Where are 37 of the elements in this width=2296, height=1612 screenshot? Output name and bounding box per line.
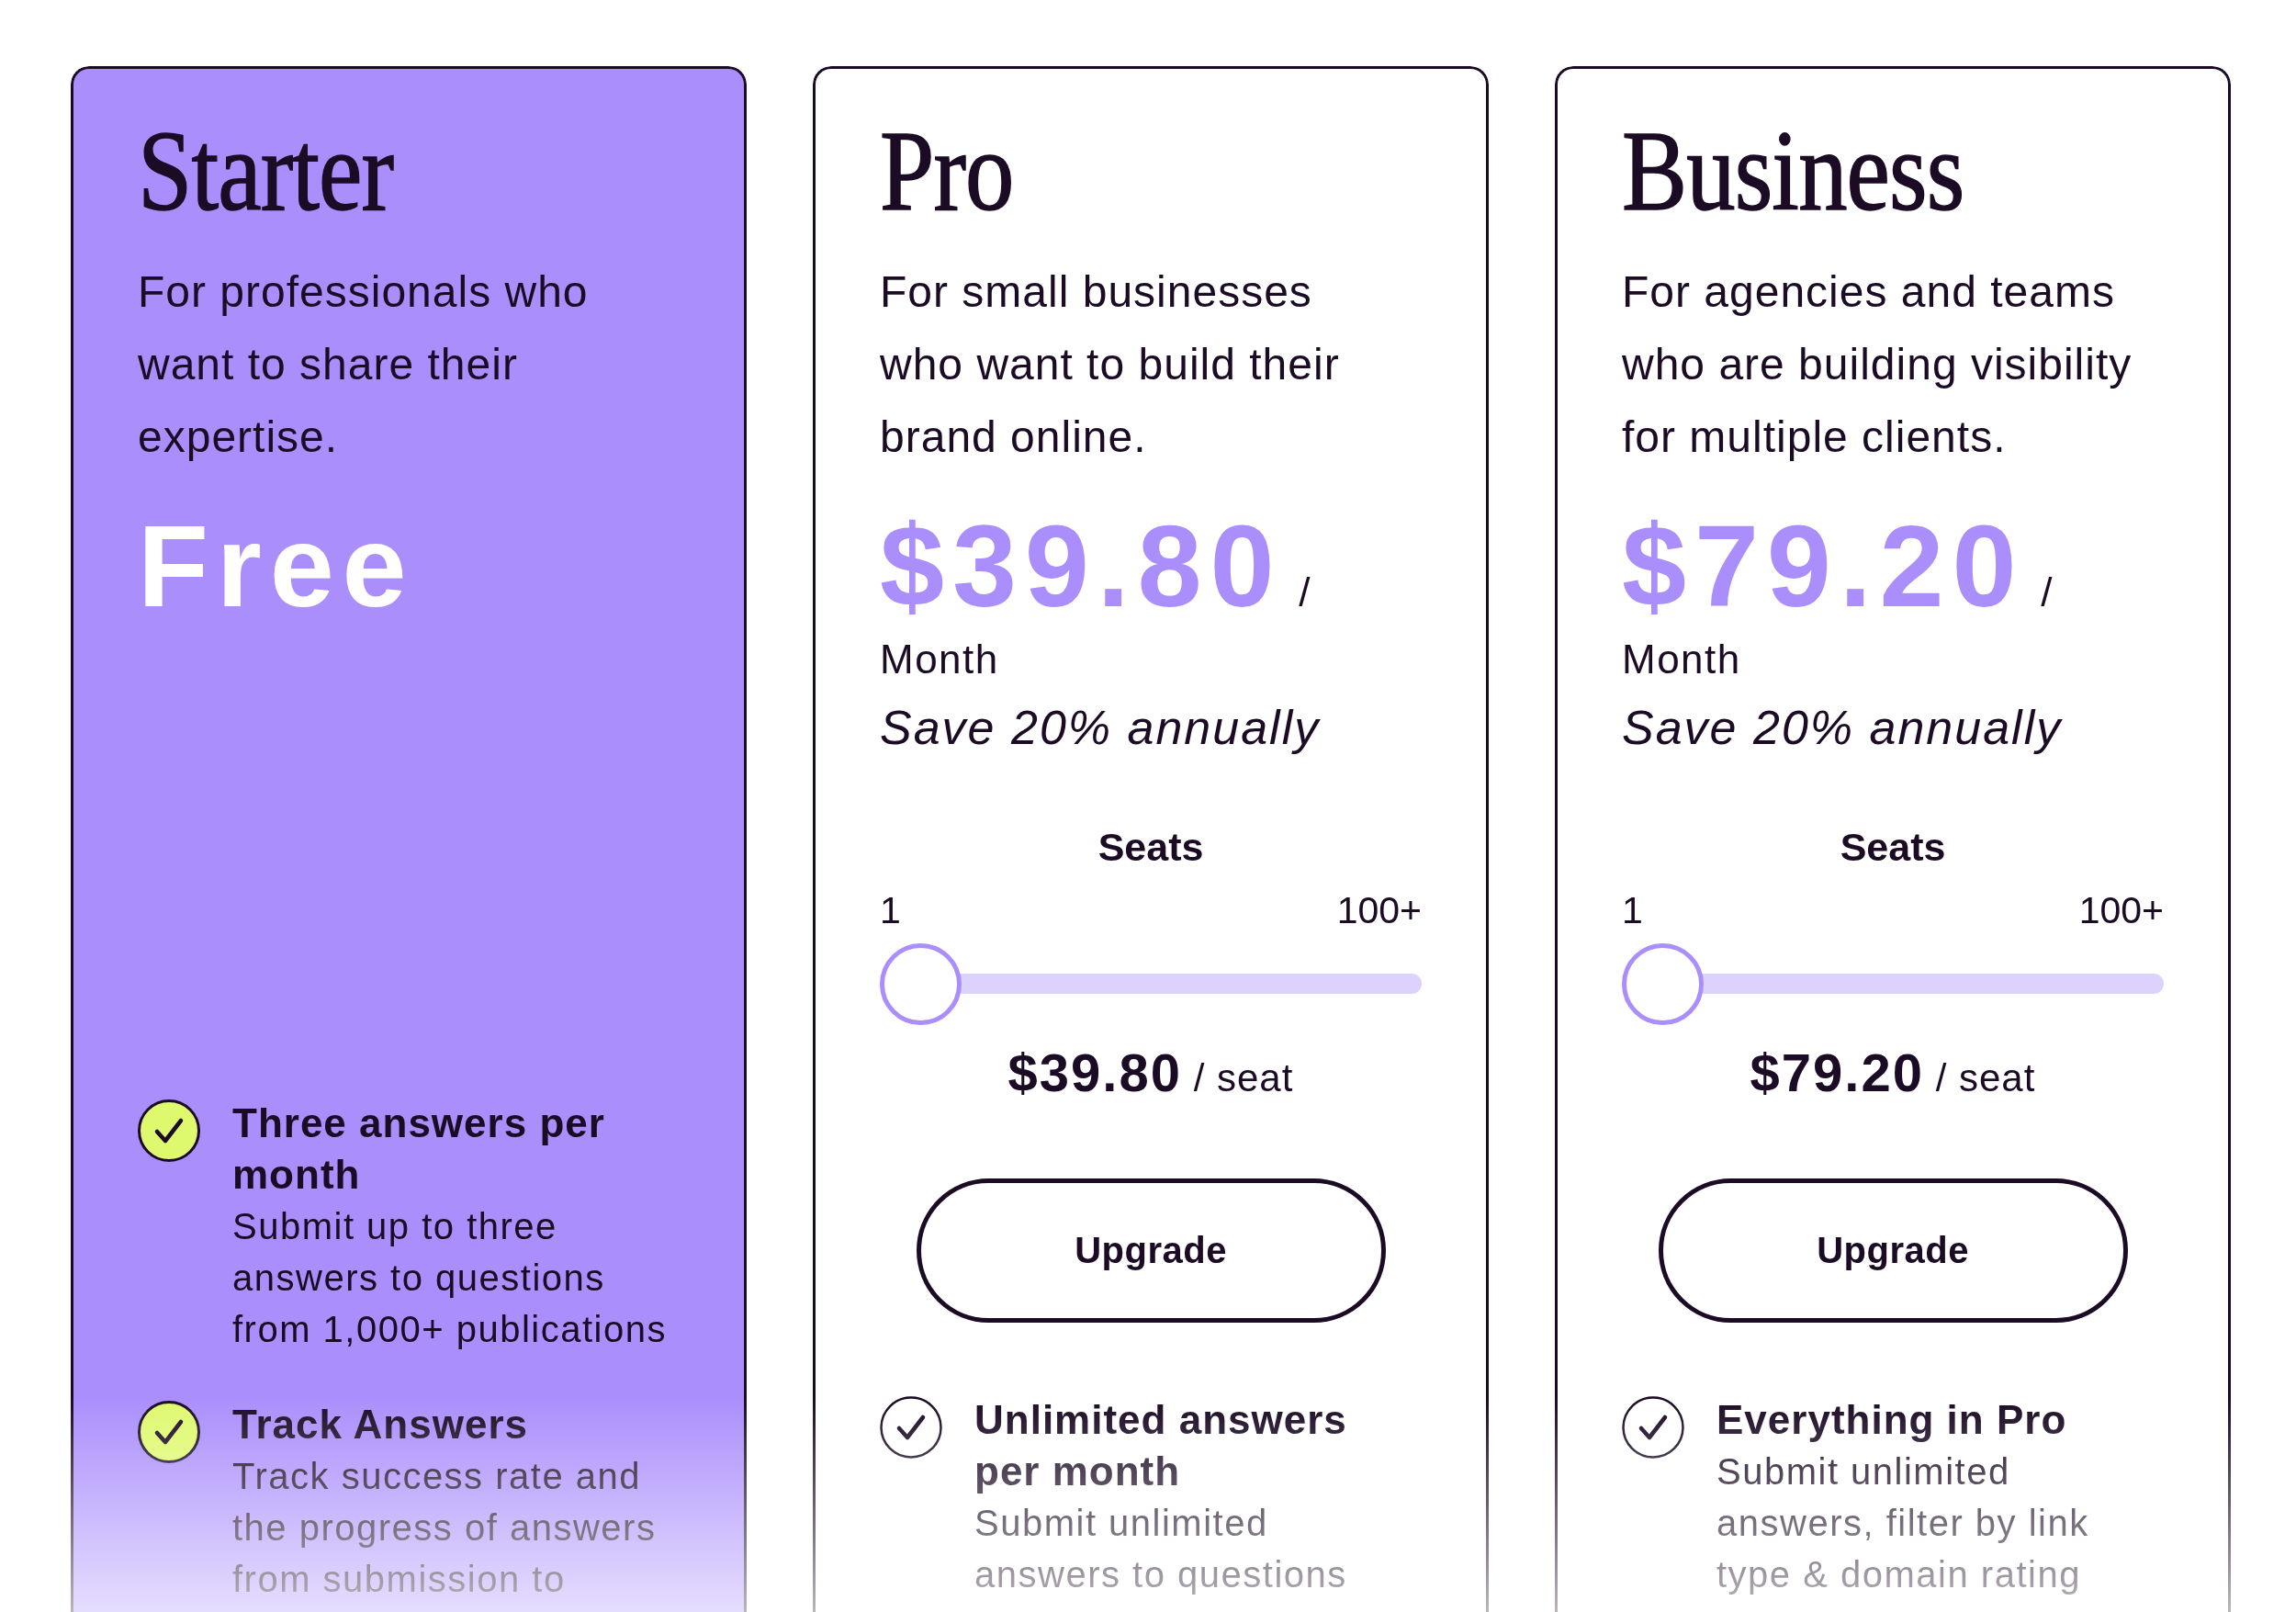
feature-title: Everything in Pro — [1716, 1396, 2068, 1444]
feature-title: Unlimited answers per month — [974, 1396, 1348, 1495]
feature-description: Submit unlimited answers, filter by link type & domain rating — [1716, 1450, 2090, 1596]
price-period: Month — [880, 636, 999, 683]
check-icon — [1622, 1396, 1684, 1459]
plan-title: Business — [1622, 117, 1964, 227]
seats-max-label: 100+ — [1336, 888, 1422, 933]
discount-note: Save 20% annually — [1622, 700, 2063, 756]
seats-min-label: 1 — [1622, 888, 1643, 933]
plan-title: Starter — [138, 117, 394, 227]
upgrade-button[interactable]: Upgrade — [916, 1178, 1386, 1323]
feature-title: Track Answers — [232, 1401, 529, 1449]
seat-price: $39.80 / seat — [1007, 1042, 1294, 1104]
price-amount: Free — [138, 502, 415, 631]
price-separator: / — [2041, 569, 2053, 614]
check-icon — [138, 1401, 200, 1463]
feature-title: Three answers per month — [232, 1099, 606, 1199]
seats-label: Seats — [1097, 824, 1204, 871]
price-separator: / — [1299, 569, 1311, 614]
upgrade-button[interactable]: Upgrade — [1658, 1178, 2128, 1323]
plan-title: Pro — [880, 117, 1014, 227]
seat-price: $79.20 / seat — [1750, 1042, 2036, 1104]
plan-description: For small businesses who want to build their brand online. — [880, 266, 1341, 463]
seats-max-label: 100+ — [2078, 888, 2164, 933]
price-amount: $79.20 — [1622, 502, 2025, 631]
price-amount: $39.80 — [880, 502, 1283, 631]
feature-description: Submit up to three answers to questions from 1,000+ publications — [232, 1205, 668, 1351]
plan-description: For agencies and teams who are building visibility for multiple clients. — [1622, 266, 2133, 463]
seats-label: Seats — [1840, 824, 1946, 871]
check-icon — [138, 1099, 200, 1162]
price-period: Month — [1622, 636, 1741, 683]
feature-description: Track success rate and the progress of answers from submission to — [232, 1455, 658, 1601]
discount-note: Save 20% annually — [880, 700, 1321, 756]
seats-min-label: 1 — [880, 888, 901, 933]
feature-description: Submit unlimited answers to questions — [974, 1502, 1348, 1596]
plan-description: For professionals who want to share their expertise. — [138, 266, 590, 463]
check-icon — [880, 1396, 942, 1459]
